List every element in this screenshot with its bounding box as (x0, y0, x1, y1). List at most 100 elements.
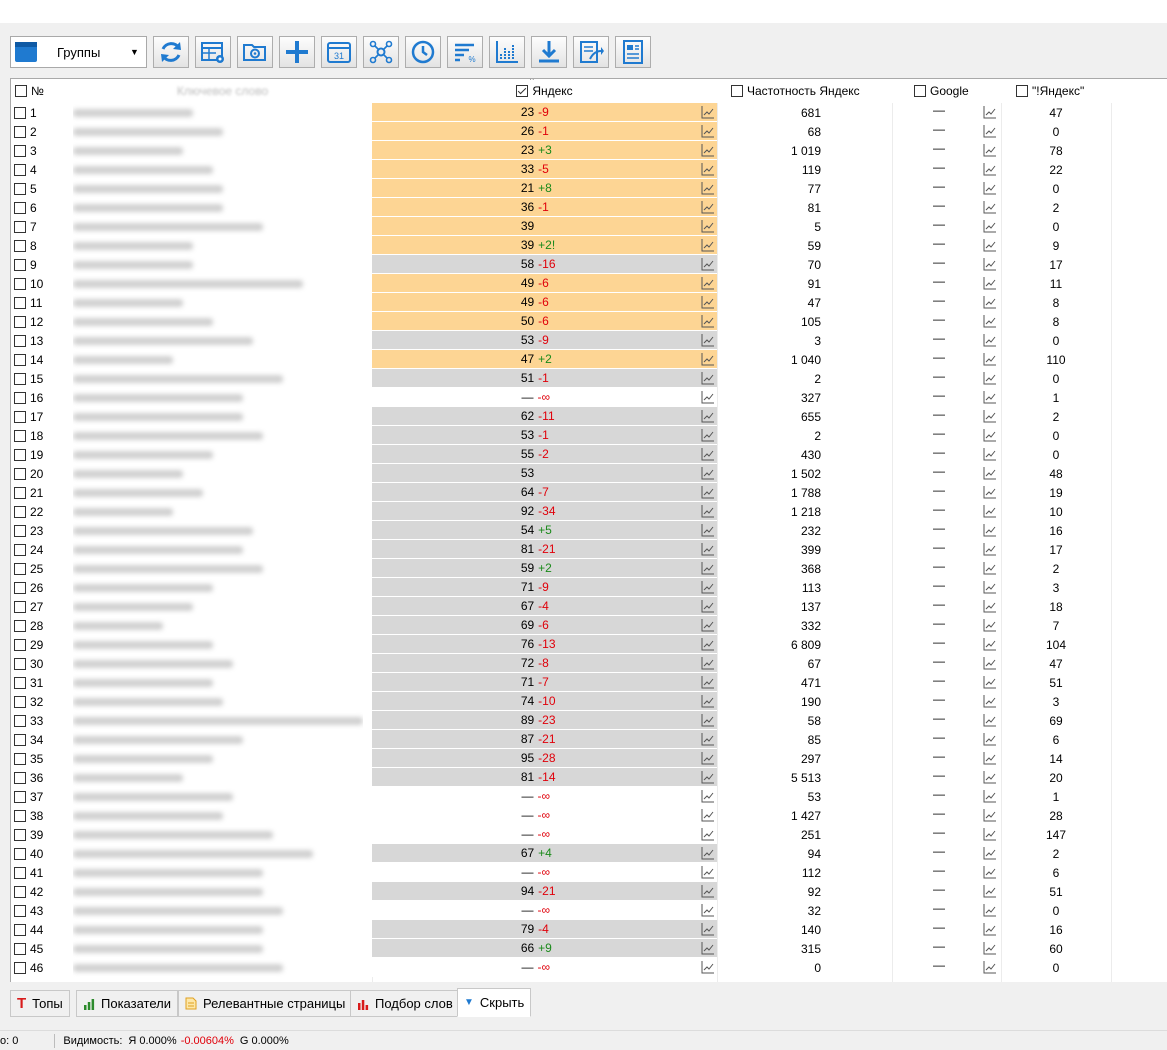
folder-settings-button[interactable] (237, 36, 273, 68)
trend-chart-icon[interactable] (983, 504, 997, 521)
row-number-cell[interactable]: 4 (14, 160, 74, 179)
google-position-cell[interactable]: — (893, 293, 1001, 312)
keyword-cell[interactable] (73, 692, 363, 711)
keyword-cell[interactable] (73, 198, 363, 217)
row-checkbox[interactable] (14, 657, 26, 670)
google-position-cell[interactable]: — (893, 768, 1001, 787)
table-row[interactable]: 24 81 -21 399 — 17 (11, 540, 1167, 559)
google-position-cell[interactable]: — (893, 882, 1001, 901)
row-number-cell[interactable]: 1 (14, 103, 74, 122)
yandex-position-cell[interactable]: 39 +2! (372, 236, 717, 255)
trend-chart-icon[interactable] (983, 599, 997, 616)
yandex-position-cell[interactable]: 58 -16 (372, 255, 717, 274)
google-position-cell[interactable]: — (893, 711, 1001, 730)
row-number-cell[interactable]: 10 (14, 274, 74, 293)
trend-chart-icon[interactable] (701, 504, 715, 521)
row-checkbox[interactable] (14, 372, 26, 385)
google-position-cell[interactable]: — (893, 179, 1001, 198)
trend-chart-icon[interactable] (701, 200, 715, 217)
keyword-cell[interactable] (73, 521, 363, 540)
trend-chart-icon[interactable] (701, 314, 715, 331)
trend-chart-icon[interactable] (983, 352, 997, 369)
table-row[interactable]: 27 67 -4 137 — 18 (11, 597, 1167, 616)
trend-chart-icon[interactable] (701, 865, 715, 882)
history-button[interactable] (405, 36, 441, 68)
keyword-cell[interactable] (73, 635, 363, 654)
yandex-position-cell[interactable]: 74 -10 (372, 692, 717, 711)
row-checkbox[interactable] (14, 885, 26, 898)
trend-chart-icon[interactable] (983, 827, 997, 844)
trend-chart-icon[interactable] (701, 751, 715, 768)
table-row[interactable]: 41— -∞ 112—6 (11, 863, 1167, 882)
trend-chart-icon[interactable] (983, 808, 997, 825)
row-checkbox[interactable] (14, 391, 26, 404)
yandex-position-cell[interactable]: 67 +4 (372, 844, 717, 863)
trend-chart-icon[interactable] (983, 941, 997, 958)
yandex-position-cell[interactable]: 67 -4 (372, 597, 717, 616)
row-checkbox[interactable] (14, 201, 26, 214)
trend-chart-icon[interactable] (701, 846, 715, 863)
row-number-cell[interactable]: 26 (14, 578, 74, 597)
google-position-cell[interactable]: — (893, 654, 1001, 673)
trend-chart-icon[interactable] (983, 238, 997, 255)
google-position-cell[interactable]: — (893, 730, 1001, 749)
google-position-cell[interactable]: — (893, 635, 1001, 654)
google-position-cell[interactable]: — (893, 160, 1001, 179)
table-row[interactable]: 32 74 -10 190 — 3 (11, 692, 1167, 711)
keyword-cell[interactable] (73, 293, 363, 312)
table-row[interactable]: 25 59 +2 368 — 2 (11, 559, 1167, 578)
keyword-cell[interactable] (73, 844, 363, 863)
trend-chart-icon[interactable] (701, 409, 715, 426)
table-row[interactable]: 11 49 -6 47 — 8 (11, 293, 1167, 312)
yandex-position-cell[interactable]: 89 -23 (372, 711, 717, 730)
keyword-cell[interactable] (73, 388, 363, 407)
trend-chart-icon[interactable] (983, 390, 997, 407)
keyword-cell[interactable] (73, 559, 363, 578)
trend-chart-icon[interactable] (983, 865, 997, 882)
row-checkbox[interactable] (14, 125, 26, 138)
google-position-cell[interactable]: — (893, 673, 1001, 692)
trend-chart-icon[interactable] (701, 941, 715, 958)
table-row[interactable]: 30 72 -8 67 — 47 (11, 654, 1167, 673)
row-checkbox[interactable] (14, 543, 26, 556)
table-row[interactable]: 15 51 -1 2 — 0 (11, 369, 1167, 388)
trend-chart-icon[interactable] (701, 333, 715, 350)
yandex-position-cell[interactable]: 36 -1 (372, 198, 717, 217)
row-checkbox[interactable] (14, 638, 26, 651)
yandex-position-cell[interactable]: 69 -6 (372, 616, 717, 635)
row-number-cell[interactable]: 8 (14, 236, 74, 255)
row-checkbox[interactable] (14, 733, 26, 746)
trend-chart-icon[interactable] (983, 333, 997, 350)
tab-indicators[interactable]: Показатели (76, 990, 178, 1017)
trend-chart-icon[interactable] (983, 656, 997, 673)
keyword-cell[interactable] (73, 236, 363, 255)
row-checkbox[interactable] (14, 695, 26, 708)
row-number-cell[interactable]: 18 (14, 426, 74, 445)
keyword-cell[interactable] (73, 958, 363, 977)
row-checkbox[interactable] (14, 410, 26, 423)
google-position-cell[interactable]: — (893, 388, 1001, 407)
row-number-cell[interactable]: 27 (14, 597, 74, 616)
yandex-position-cell[interactable]: 92 -34 (372, 502, 717, 521)
header-keyword[interactable]: Ключевое слово (73, 79, 372, 103)
yandex-freq-checkbox[interactable] (731, 85, 743, 97)
google-position-cell[interactable]: — (893, 825, 1001, 844)
yandex-position-cell[interactable]: 71 -9 (372, 578, 717, 597)
row-number-cell[interactable]: 42 (14, 882, 74, 901)
row-checkbox[interactable] (14, 714, 26, 727)
keyword-cell[interactable] (73, 331, 363, 350)
keyword-cell[interactable] (73, 825, 363, 844)
row-checkbox[interactable] (14, 239, 26, 252)
yandex-position-cell[interactable]: 62 -11 (372, 407, 717, 426)
trend-chart-icon[interactable] (701, 561, 715, 578)
table-row[interactable]: 6 36 -1 81 — 2 (11, 198, 1167, 217)
row-checkbox[interactable] (14, 828, 26, 841)
trend-chart-icon[interactable] (701, 295, 715, 312)
keyword-cell[interactable] (73, 122, 363, 141)
table-row[interactable]: 9 58 -16 70 — 17 (11, 255, 1167, 274)
row-number-cell[interactable]: 22 (14, 502, 74, 521)
exact-yandex-checkbox[interactable] (1016, 85, 1028, 97)
yandex-position-cell[interactable]: — -∞ (372, 958, 717, 977)
yandex-position-cell[interactable]: 49 -6 (372, 293, 717, 312)
tab-hide[interactable]: ▼ Скрыть (457, 988, 532, 1017)
